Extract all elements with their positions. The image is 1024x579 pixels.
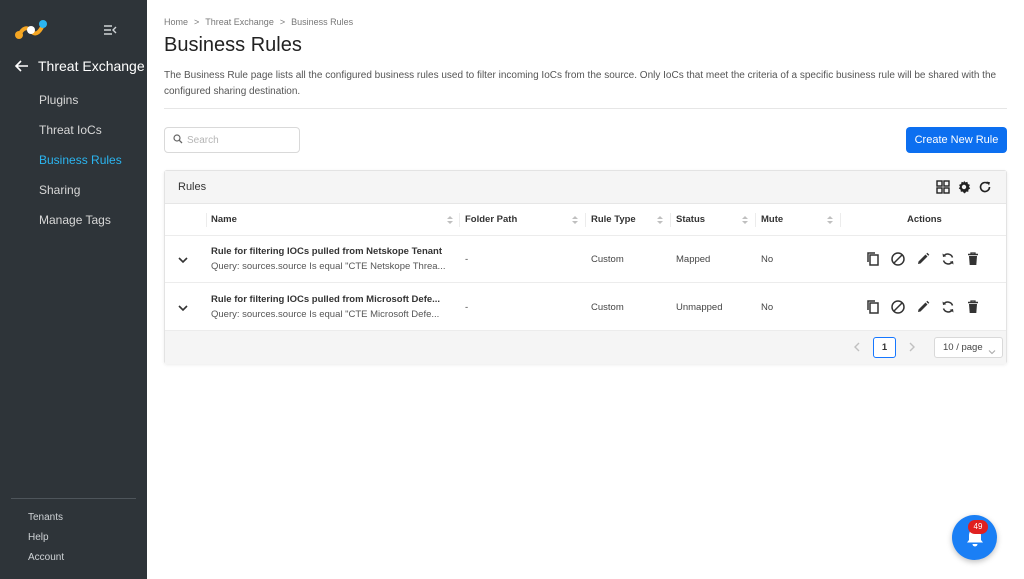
breadcrumb-separator: > bbox=[279, 17, 286, 27]
grid-view-icon[interactable] bbox=[936, 180, 950, 194]
column-separator bbox=[585, 213, 586, 227]
rule-query: Query: sources.source Is equal "CTE Micr… bbox=[211, 309, 440, 320]
card-title: Rules bbox=[178, 181, 207, 193]
pagination: 1 10 / page bbox=[165, 331, 1006, 364]
sidebar-item-account[interactable]: Account bbox=[28, 551, 64, 571]
table-row: Rule for filtering IOCs pulled from Micr… bbox=[165, 284, 1006, 331]
mute-cell: No bbox=[761, 302, 774, 313]
rule-query: Query: sources.source Is equal "CTE Nets… bbox=[211, 261, 446, 272]
sidebar: Threat Exchange Plugins Threat IoCs Busi… bbox=[0, 0, 147, 579]
expand-row-icon[interactable] bbox=[177, 254, 189, 264]
column-header-mute[interactable]: Mute bbox=[761, 204, 783, 236]
sidebar-divider bbox=[11, 498, 136, 499]
column-separator bbox=[840, 213, 841, 227]
page-description: The Business Rule page lists all the con… bbox=[164, 70, 997, 97]
sidebar-item-tenants[interactable]: Tenants bbox=[28, 511, 64, 531]
folder-path-cell: - bbox=[465, 302, 469, 313]
breadcrumb: Home > Threat Exchange > Business Rules bbox=[164, 17, 353, 27]
chevron-down-icon bbox=[988, 344, 996, 355]
column-header-folder-path[interactable]: Folder Path bbox=[465, 204, 517, 236]
delete-icon[interactable] bbox=[965, 251, 981, 267]
folder-path-cell: - bbox=[465, 254, 469, 265]
arrow-left-icon bbox=[14, 58, 30, 74]
status-cell: Unmapped bbox=[676, 302, 723, 313]
status-cell: Mapped bbox=[676, 254, 711, 265]
divider bbox=[164, 108, 1007, 109]
rule-name[interactable]: Rule for filtering IOCs pulled from Nets… bbox=[211, 246, 456, 257]
sort-icon bbox=[572, 216, 578, 224]
sidebar-footer: Tenants Help Account bbox=[28, 511, 64, 571]
column-separator bbox=[670, 213, 671, 227]
sort-icon bbox=[447, 216, 453, 224]
search-input[interactable] bbox=[187, 134, 287, 146]
sync-icon[interactable] bbox=[940, 251, 956, 267]
rules-card: Rules Name Folder Path Rule Type Status … bbox=[164, 170, 1007, 364]
sidebar-item-sharing[interactable]: Sharing bbox=[39, 180, 122, 210]
rule-name[interactable]: Rule for filtering IOCs pulled from Micr… bbox=[211, 294, 456, 305]
delete-icon[interactable] bbox=[965, 299, 981, 315]
sidebar-item-threat-iocs[interactable]: Threat IoCs bbox=[39, 120, 122, 150]
column-separator bbox=[206, 213, 207, 227]
breadcrumb-home[interactable]: Home bbox=[164, 17, 188, 27]
sidebar-nav: Plugins Threat IoCs Business Rules Shari… bbox=[39, 90, 122, 240]
rule-type-cell: Custom bbox=[591, 254, 624, 265]
mute-cell: No bbox=[761, 254, 774, 265]
breadcrumb-threat-exchange[interactable]: Threat Exchange bbox=[205, 17, 274, 27]
netskope-logo-icon[interactable] bbox=[14, 18, 50, 40]
sort-icon bbox=[742, 216, 748, 224]
sort-icon bbox=[827, 216, 833, 224]
table-row: Rule for filtering IOCs pulled from Nets… bbox=[165, 236, 1006, 283]
section-title: Threat Exchange bbox=[38, 58, 145, 74]
column-header-actions: Actions bbox=[907, 214, 942, 225]
disable-icon[interactable] bbox=[890, 299, 906, 315]
previous-page-icon[interactable] bbox=[851, 340, 863, 354]
card-header: Rules bbox=[165, 171, 1006, 204]
table-header: Name Folder Path Rule Type Status Mute A… bbox=[165, 204, 1006, 236]
sidebar-item-plugins[interactable]: Plugins bbox=[39, 90, 122, 120]
page-title: Business Rules bbox=[164, 34, 302, 56]
next-page-icon[interactable] bbox=[906, 340, 918, 354]
page-size-value: 10 / page bbox=[943, 342, 983, 353]
column-separator bbox=[459, 213, 460, 227]
copy-icon[interactable] bbox=[865, 251, 881, 267]
sidebar-item-help[interactable]: Help bbox=[28, 531, 64, 551]
refresh-icon[interactable] bbox=[978, 180, 992, 194]
column-header-name[interactable]: Name bbox=[211, 204, 237, 236]
create-new-rule-button[interactable]: Create New Rule bbox=[906, 127, 1007, 153]
page-number[interactable]: 1 bbox=[873, 337, 896, 358]
edit-icon[interactable] bbox=[915, 299, 931, 315]
page-size-select[interactable]: 10 / page bbox=[934, 337, 1003, 358]
edit-icon[interactable] bbox=[915, 251, 931, 267]
main-content: Home > Threat Exchange > Business Rules … bbox=[147, 0, 1024, 579]
sidebar-item-manage-tags[interactable]: Manage Tags bbox=[39, 210, 122, 240]
breadcrumb-separator: > bbox=[194, 17, 200, 27]
expand-row-icon[interactable] bbox=[177, 302, 189, 312]
rule-type-cell: Custom bbox=[591, 302, 624, 313]
collapse-sidebar-icon[interactable] bbox=[102, 22, 118, 38]
copy-icon[interactable] bbox=[865, 299, 881, 315]
column-separator bbox=[755, 213, 756, 227]
search-box[interactable] bbox=[164, 127, 300, 153]
breadcrumb-current: Business Rules bbox=[291, 17, 354, 27]
gear-icon[interactable] bbox=[957, 180, 971, 194]
column-header-status[interactable]: Status bbox=[676, 204, 705, 236]
sidebar-item-business-rules[interactable]: Business Rules bbox=[39, 150, 122, 180]
sort-icon bbox=[657, 216, 663, 224]
sync-icon[interactable] bbox=[940, 299, 956, 315]
disable-icon[interactable] bbox=[890, 251, 906, 267]
notification-count-badge: 49 bbox=[968, 520, 988, 534]
search-icon bbox=[173, 133, 183, 147]
column-header-rule-type[interactable]: Rule Type bbox=[591, 204, 636, 236]
back-to-threat-exchange[interactable]: Threat Exchange bbox=[14, 58, 145, 74]
